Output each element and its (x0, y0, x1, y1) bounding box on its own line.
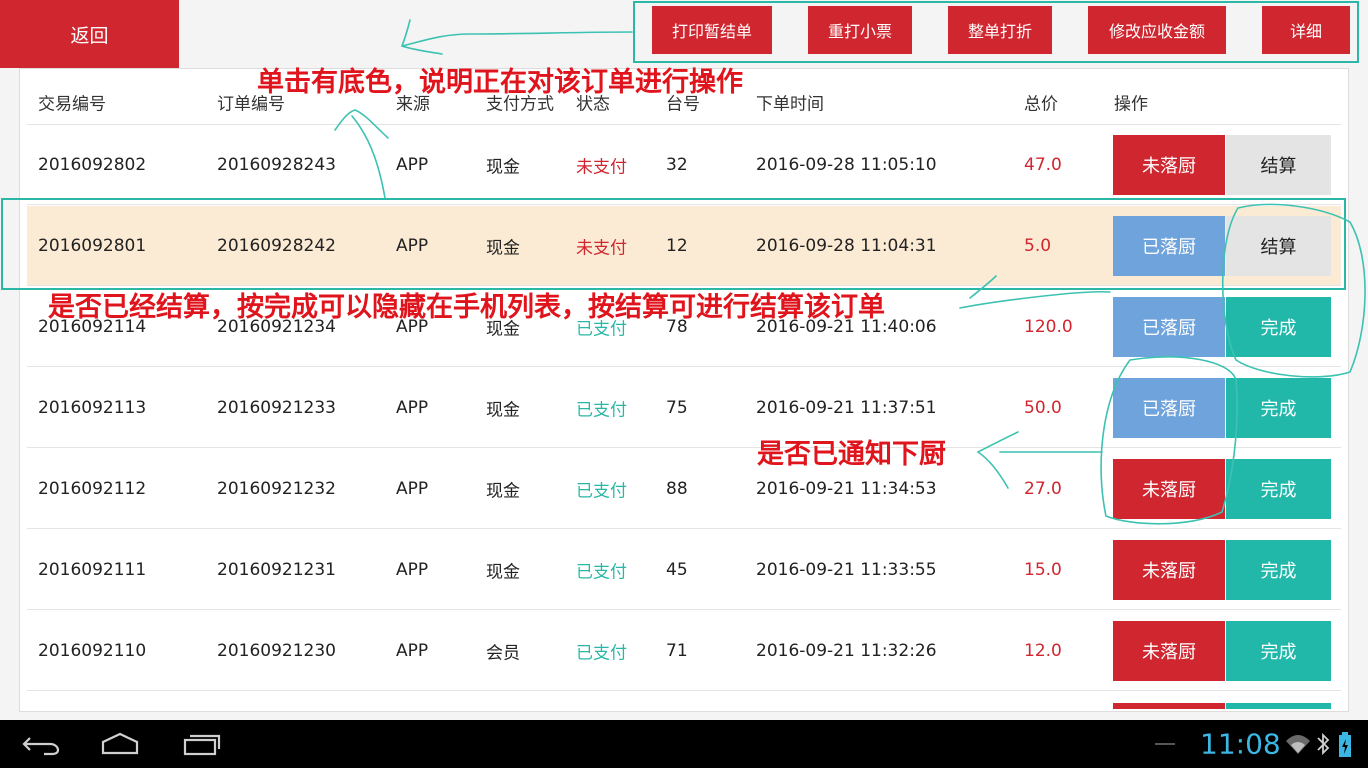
complete-button[interactable]: 完成 (1226, 540, 1331, 600)
trade-no-cell: 2016092801 (38, 235, 147, 256)
trade-no-cell: 2016092112 (38, 478, 147, 499)
order-time-cell: 2016-09-21 11:37:51 (756, 397, 937, 418)
payment-cell: 现金 (486, 157, 520, 177)
payment-cell: 现金 (486, 481, 520, 501)
source-cell: APP (396, 559, 429, 580)
payment-cell: 现金 (486, 400, 520, 420)
menu-indicator-icon (1155, 743, 1175, 745)
order-no-cell: 20160921231 (217, 559, 336, 580)
details-button[interactable]: 详细 (1262, 6, 1350, 54)
settle-button[interactable]: 结算 (1226, 216, 1331, 276)
back-button[interactable]: 返回 (0, 0, 179, 68)
column-header-total: 总价 (1024, 94, 1058, 115)
status-cell: 已支付 (576, 481, 627, 501)
source-cell: APP (396, 235, 429, 256)
order-time-cell: 2016-09-21 11:33:55 (756, 559, 937, 580)
kitchen-status-button[interactable]: 未落厨 (1113, 459, 1225, 519)
total-cell: 27.0 (1024, 478, 1062, 499)
order-time-cell: 2016-09-21 11:32:26 (756, 640, 937, 661)
settle-button[interactable]: 结算 (1226, 135, 1331, 195)
order-no-cell: 20160921230 (217, 640, 336, 661)
table-row-selected[interactable]: 2016092801 20160928242 APP 现金 未支付 12 201… (27, 206, 1341, 286)
status-cell: 已支付 (576, 562, 627, 582)
kitchen-status-button[interactable]: 未落厨 (1113, 135, 1225, 195)
table-row[interactable]: 2016092113 20160921233 APP 现金 已支付 75 201… (27, 368, 1341, 448)
reprint-receipt-button[interactable]: 重打小票 (808, 6, 912, 54)
kitchen-status-button[interactable]: 已落厨 (1113, 216, 1225, 276)
total-cell: 47.0 (1024, 154, 1062, 175)
back-nav-icon[interactable] (22, 732, 60, 756)
total-cell: 5.0 (1024, 235, 1052, 256)
kitchen-status-button[interactable]: 未落厨 (1113, 621, 1225, 681)
complete-button[interactable]: 完成 (1226, 297, 1331, 357)
kitchen-status-button[interactable]: 已落厨 (1113, 378, 1225, 438)
total-cell: 50.0 (1024, 397, 1062, 418)
trade-no-cell: 2016092110 (38, 640, 147, 661)
bluetooth-icon (1317, 732, 1330, 756)
table-no-cell: 88 (666, 478, 688, 499)
status-cell: 未支付 (576, 238, 627, 258)
order-no-cell: 20160921233 (217, 397, 336, 418)
payment-cell: 现金 (486, 238, 520, 258)
kitchen-status-button[interactable]: 已落厨 (1113, 297, 1225, 357)
source-cell: APP (396, 640, 429, 661)
order-time-cell: 2016-09-28 11:05:10 (756, 154, 937, 175)
table-no-cell: 75 (666, 397, 688, 418)
table-no-cell: 12 (666, 235, 688, 256)
source-cell: APP (396, 154, 429, 175)
order-time-cell: 2016-09-28 11:04:31 (756, 235, 937, 256)
table-no-cell: 71 (666, 640, 688, 661)
battery-icon (1339, 732, 1351, 757)
table-no-cell: 32 (666, 154, 688, 175)
complete-button[interactable]: 完成 (1226, 378, 1331, 438)
table-row[interactable]: 2016092112 20160921232 APP 现金 已支付 88 201… (27, 449, 1341, 529)
annotation-selected-row: 单击有底色，说明正在对该订单进行操作 (257, 67, 743, 98)
status-cell: 未支付 (576, 157, 627, 177)
source-cell: APP (396, 478, 429, 499)
total-cell: 15.0 (1024, 559, 1062, 580)
trade-no-cell: 2016092111 (38, 559, 147, 580)
status-clock: 11:08 (1200, 727, 1281, 761)
source-cell: APP (396, 397, 429, 418)
payment-cell: 现金 (486, 562, 520, 582)
table-row[interactable]: 2016092802 20160928243 APP 现金 未支付 32 201… (27, 125, 1341, 205)
total-cell: 12.0 (1024, 640, 1062, 661)
complete-button[interactable]: 完成 (1226, 621, 1331, 681)
payment-cell: 会员 (486, 643, 520, 663)
trade-no-cell: 2016092802 (38, 154, 147, 175)
table-no-cell: 45 (666, 559, 688, 580)
modify-amount-button[interactable]: 修改应收金额 (1088, 6, 1226, 54)
column-header-action: 操作 (1114, 94, 1148, 115)
print-temp-bill-button[interactable]: 打印暂结单 (652, 6, 772, 54)
kitchen-status-button[interactable]: 未落厨 (1113, 540, 1225, 600)
order-time-cell: 2016-09-21 11:34:53 (756, 478, 937, 499)
table-row[interactable]: 2016092111 20160921231 APP 现金 已支付 45 201… (27, 530, 1341, 610)
complete-button[interactable]: 完成 (1226, 459, 1331, 519)
wifi-icon (1286, 735, 1310, 754)
table-row[interactable]: 2016092110 20160921230 APP 会员 已支付 71 201… (27, 611, 1341, 691)
status-cell: 已支付 (576, 643, 627, 663)
recent-apps-nav-icon[interactable] (182, 732, 222, 756)
discount-order-button[interactable]: 整单打折 (948, 6, 1052, 54)
partial-complete-button (1226, 703, 1331, 709)
partial-kitchen-button (1113, 703, 1225, 709)
order-no-cell: 20160928243 (217, 154, 336, 175)
total-cell: 120.0 (1024, 316, 1073, 337)
status-cell: 已支付 (576, 400, 627, 420)
annotation-kitchen: 是否已通知下厨 (757, 439, 946, 470)
home-nav-icon[interactable] (100, 732, 140, 756)
annotation-settle: 是否已经结算，按完成可以隐藏在手机列表，按结算可进行结算该订单 (48, 292, 885, 323)
order-no-cell: 20160921232 (217, 478, 336, 499)
system-nav-bar: 11:08 (0, 720, 1368, 768)
column-header-trade-no: 交易编号 (38, 94, 106, 115)
order-no-cell: 20160928242 (217, 235, 336, 256)
trade-no-cell: 2016092113 (38, 397, 147, 418)
column-header-time: 下单时间 (756, 94, 824, 115)
